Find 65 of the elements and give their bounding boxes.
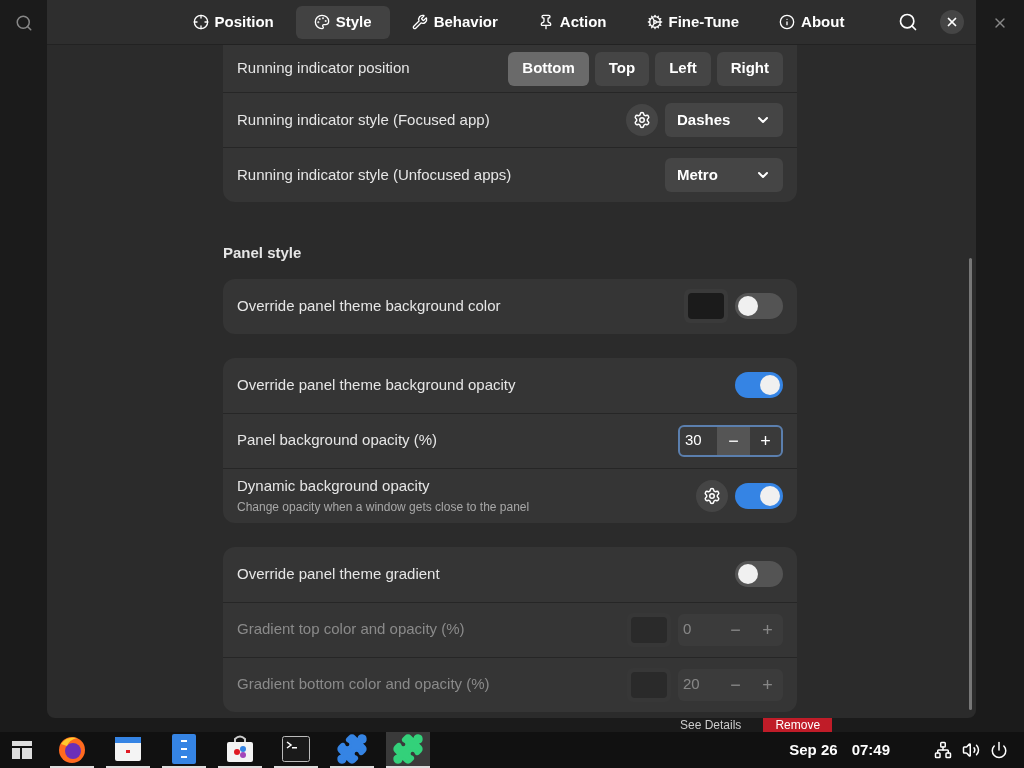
segment-button[interactable]: Left [655, 51, 711, 86]
tab[interactable]: Behavior [393, 5, 516, 39]
wrench-icon [411, 14, 428, 30]
row-label: Dynamic background opacity [237, 476, 431, 497]
segment-button[interactable]: Bottom [508, 51, 589, 86]
dropdown[interactable]: Metro [665, 158, 783, 192]
toggle-switch[interactable] [735, 372, 783, 398]
palette-icon [313, 14, 330, 30]
row-description: Change opacity when a window gets close to the panel [237, 498, 530, 516]
network-icon[interactable] [934, 741, 952, 759]
row-label: Running indicator style (Unfocused apps) [237, 164, 512, 185]
browser-icon [57, 734, 87, 764]
row-label: Override panel theme background color [237, 295, 501, 316]
crosshair-icon [192, 14, 209, 30]
row-label: Override panel theme gradient [237, 563, 440, 584]
remove-button[interactable]: Remove [763, 718, 833, 732]
tab[interactable]: Position [174, 5, 292, 39]
dropdown[interactable]: Dashes [665, 103, 783, 137]
puzzle-icon [336, 733, 368, 765]
clock-time[interactable]: 07:49 [851, 738, 890, 762]
taskbar-app[interactable] [386, 732, 430, 768]
toggle-switch[interactable] [735, 293, 783, 319]
decrement-button[interactable]: − [717, 426, 750, 455]
details-link[interactable]: See Details [680, 718, 742, 732]
toggle-switch[interactable] [735, 482, 783, 509]
row-label: Override panel theme background opacity [237, 374, 516, 395]
close-button[interactable] [940, 10, 964, 34]
shopping-bag-icon [225, 734, 255, 764]
increment-button[interactable]: + [750, 426, 781, 455]
value-text: 30 [684, 430, 703, 451]
row-label: Gradient bottom color and opacity (%) [237, 674, 490, 695]
search-icon[interactable] [898, 12, 918, 32]
tab[interactable]: About [761, 5, 863, 39]
gears-icon [646, 14, 663, 30]
row-label: Gradient top color and opacity (%) [237, 619, 465, 640]
power-icon[interactable] [990, 741, 1008, 759]
value-text: 0 [682, 619, 693, 640]
clock-date[interactable]: Sep 26 [789, 738, 838, 762]
volume-icon[interactable] [962, 741, 980, 759]
segment-button[interactable]: Right [716, 51, 783, 86]
settings-icon [633, 111, 651, 129]
settings-button[interactable] [696, 479, 728, 512]
terminal-icon [282, 736, 310, 762]
info-icon [779, 14, 796, 30]
value-text: 20 [682, 674, 701, 695]
toggle-switch[interactable] [735, 561, 783, 587]
settings-icon [703, 486, 721, 505]
taskbar-app[interactable] [330, 732, 374, 768]
row-label: Running indicator style (Focused app) [237, 109, 490, 130]
app-grid-icon[interactable] [12, 741, 32, 759]
row-label: Panel background opacity (%) [237, 430, 438, 451]
tab[interactable]: Action [519, 5, 625, 39]
taskbar-app[interactable] [162, 732, 206, 768]
settings-button[interactable] [626, 104, 658, 136]
close-icon [945, 15, 959, 29]
section-heading: Panel style [223, 243, 303, 263]
calendar-icon [114, 735, 142, 763]
row-label: Running indicator position [237, 58, 410, 79]
color-swatch[interactable] [684, 289, 728, 323]
tab[interactable]: Style [295, 5, 390, 39]
spin-field[interactable]: 30 − + [678, 424, 783, 457]
document-icon [172, 734, 196, 764]
segment-button[interactable]: Top [594, 51, 650, 86]
puzzle-icon [392, 733, 424, 765]
tab[interactable]: Fine-Tune [628, 5, 758, 39]
